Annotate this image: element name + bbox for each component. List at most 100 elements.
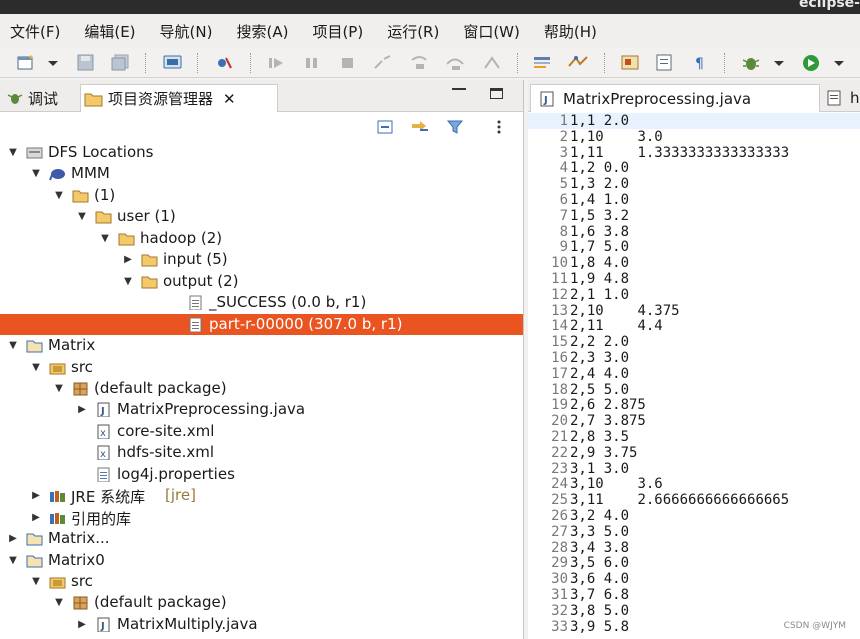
editor-line[interactable]: 1 1,1 2.0 <box>528 113 860 129</box>
tree-item[interactable]: ▼ (default package) <box>0 378 523 399</box>
tree-item[interactable]: x hdfs-site.xml <box>0 442 523 463</box>
link-with-editor-icon[interactable] <box>410 119 430 135</box>
editor-line[interactable]: 14 2,11 4.4 <box>528 318 860 334</box>
tree-item[interactable]: ▼ user (1) <box>0 206 523 227</box>
editor-line[interactable]: 3 1,11 1.3333333333333333 <box>528 145 860 161</box>
expand-arrow-right-icon[interactable]: ▶ <box>6 528 20 549</box>
run-dropdown-icon[interactable] <box>832 54 846 71</box>
tree-item[interactable]: ▼ src <box>0 571 523 592</box>
tree-item[interactable]: ▼ DFS Locations <box>0 142 523 163</box>
menu-run[interactable]: 运行(R) <box>387 21 439 42</box>
editor-line[interactable]: 23 3,1 3.0 <box>528 461 860 477</box>
editor-line[interactable]: 32 3,8 5.0 <box>528 603 860 619</box>
collapse-all-icon[interactable] <box>376 119 394 135</box>
editor-line[interactable]: 18 2,5 5.0 <box>528 382 860 398</box>
editor-line[interactable]: 30 3,6 4.0 <box>528 571 860 587</box>
editor-line[interactable]: 6 1,4 1.0 <box>528 192 860 208</box>
step-return-icon[interactable] <box>480 54 504 71</box>
tree-item[interactable]: x core-site.xml <box>0 421 523 442</box>
expand-arrow-right-icon[interactable]: ▶ <box>75 399 89 420</box>
editor-line[interactable]: 9 1,7 5.0 <box>528 239 860 255</box>
expand-arrow-down-icon[interactable]: ▼ <box>6 335 20 356</box>
editor-line[interactable]: 27 3,3 5.0 <box>528 524 860 540</box>
editor-line[interactable]: 19 2,6 2.875 <box>528 397 860 413</box>
view-menu-icon[interactable] <box>494 119 504 135</box>
menu-window[interactable]: 窗口(W) <box>463 21 520 42</box>
editor-line[interactable]: 4 1,2 0.0 <box>528 160 860 176</box>
tree-item[interactable]: ▼ (default package) <box>0 592 523 613</box>
expand-arrow-down-icon[interactable]: ▼ <box>29 357 43 378</box>
editor-line[interactable]: 21 2,8 3.5 <box>528 429 860 445</box>
filter-icon[interactable] <box>446 119 464 135</box>
expand-arrow-right-icon[interactable]: ▶ <box>121 249 135 270</box>
skip-breakpoints-icon[interactable] <box>214 54 234 71</box>
tree-item[interactable]: ▼ src <box>0 357 523 378</box>
menu-navigate[interactable]: 导航(N) <box>160 21 213 42</box>
step-over-icon[interactable] <box>444 54 468 71</box>
debug-dropdown-icon[interactable] <box>772 54 786 71</box>
resume-icon[interactable] <box>266 54 288 71</box>
editor-line[interactable]: 12 2,1 1.0 <box>528 287 860 303</box>
editor-line[interactable]: 7 1,5 3.2 <box>528 208 860 224</box>
editor-line[interactable]: 31 3,7 6.8 <box>528 587 860 603</box>
menu-file[interactable]: 文件(F) <box>10 21 60 42</box>
tree-item[interactable]: ▶ input (5) <box>0 249 523 270</box>
editor-line[interactable]: 13 2,10 4.375 <box>528 303 860 319</box>
terminal-icon[interactable] <box>162 54 184 71</box>
suspend-icon[interactable] <box>302 54 322 71</box>
editor-line[interactable]: 17 2,4 4.0 <box>528 366 860 382</box>
tree-item[interactable]: ▶ J MatrixPreprocessing.java <box>0 399 523 420</box>
maximize-icon[interactable] <box>490 88 503 99</box>
tree-item[interactable]: ▼ Matrix0 <box>0 550 523 571</box>
editor-line[interactable]: 29 3,5 6.0 <box>528 555 860 571</box>
tree-item[interactable]: ▶ J MatrixMultiply.java <box>0 614 523 635</box>
editor-line[interactable]: 10 1,8 4.0 <box>528 255 860 271</box>
tree-item[interactable]: part-r-00000 (307.0 b, r1) <box>0 313 523 335</box>
editor-line[interactable]: 20 2,7 3.875 <box>528 413 860 429</box>
terminate-icon[interactable] <box>338 54 358 71</box>
editor-line[interactable]: 11 1,9 4.8 <box>528 271 860 287</box>
editor-line[interactable]: 26 3,2 4.0 <box>528 508 860 524</box>
debug-bug-icon[interactable] <box>740 54 762 71</box>
tree-item[interactable]: ▶ 引用的库 <box>0 507 523 528</box>
tree-item[interactable]: ▶ JRE 系统库 [jre] <box>0 485 523 506</box>
expand-arrow-down-icon[interactable]: ▼ <box>98 228 112 249</box>
menu-help[interactable]: 帮助(H) <box>544 21 597 42</box>
tab-project-explorer[interactable]: 项目资源管理器 ✕ <box>80 84 278 112</box>
save-icon[interactable] <box>76 54 96 71</box>
show-whitespace-icon[interactable]: ¶ <box>690 54 710 71</box>
menu-edit[interactable]: 编辑(E) <box>84 21 135 42</box>
editor-line[interactable]: 28 3,4 3.8 <box>528 540 860 556</box>
dropdown-arrow-icon[interactable] <box>46 54 60 71</box>
editor-line[interactable]: 5 1,3 2.0 <box>528 176 860 192</box>
run-icon[interactable] <box>800 54 822 71</box>
expand-arrow-down-icon[interactable]: ▼ <box>121 271 135 292</box>
save-all-icon[interactable] <box>110 54 132 71</box>
expand-arrow-down-icon[interactable]: ▼ <box>6 142 20 163</box>
expand-arrow-right-icon[interactable]: ▶ <box>75 614 89 635</box>
tab-matrix-preprocessing[interactable]: J MatrixPreprocessing.java <box>530 84 820 112</box>
expand-arrow-right-icon[interactable]: ▶ <box>29 507 43 528</box>
expand-arrow-down-icon[interactable]: ▼ <box>52 185 66 206</box>
tree-item[interactable]: log4j.properties <box>0 464 523 485</box>
tree-item[interactable]: ▼ Matrix <box>0 335 523 356</box>
open-type-icon[interactable] <box>620 54 642 71</box>
expand-arrow-right-icon[interactable]: ▶ <box>29 485 43 506</box>
menu-project[interactable]: 项目(P) <box>312 21 363 42</box>
step-into-icon[interactable] <box>408 54 432 71</box>
open-task-icon[interactable] <box>654 54 676 71</box>
expand-arrow-down-icon[interactable]: ▼ <box>29 571 43 592</box>
expand-arrow-down-icon[interactable]: ▼ <box>52 592 66 613</box>
tree-item[interactable]: _SUCCESS (0.0 b, r1) <box>0 292 523 313</box>
expand-arrow-down-icon[interactable]: ▼ <box>75 206 89 227</box>
minimize-icon[interactable] <box>452 88 466 90</box>
toggle-mark-occurrences-icon[interactable] <box>532 54 554 71</box>
editor-line[interactable]: 16 2,3 3.0 <box>528 350 860 366</box>
expand-arrow-down-icon[interactable]: ▼ <box>6 550 20 571</box>
editor-line[interactable]: 24 3,10 3.6 <box>528 476 860 492</box>
new-icon[interactable] <box>16 54 38 71</box>
tree-item[interactable]: ▼ MMM <box>0 163 523 184</box>
close-icon[interactable]: ✕ <box>223 90 236 108</box>
expand-arrow-down-icon[interactable]: ▼ <box>52 378 66 399</box>
tree-item[interactable]: ▼ output (2) <box>0 271 523 292</box>
